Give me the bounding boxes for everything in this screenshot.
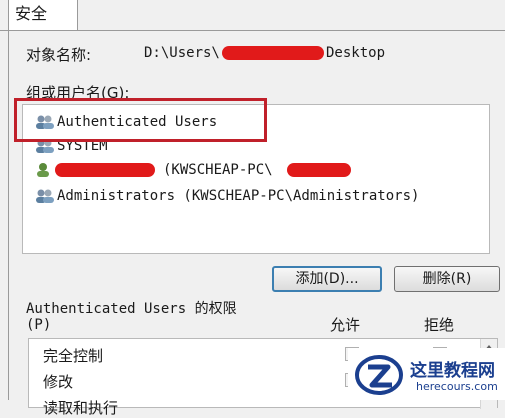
watermark-logo: [355, 355, 403, 395]
allow-column-header: 允许: [330, 316, 361, 334]
list-item-label: Administrators (KWSCHEAP-PC\Administrato…: [57, 188, 420, 204]
highlight-box: [14, 98, 267, 142]
permission-row-read-execute: 读取和执行: [43, 399, 119, 417]
user-icon: [37, 163, 49, 177]
redaction-mark: [55, 163, 155, 177]
permissions-title: Authenticated Users 的权限: [26, 301, 237, 317]
deny-column-header: 拒绝: [424, 316, 455, 334]
object-name-label: 对象名称:: [26, 46, 92, 64]
object-path-prefix: D:\Users\: [144, 45, 220, 61]
permission-row-full-control: 完全控制: [43, 347, 104, 365]
add-button[interactable]: 添加(D)...: [272, 266, 382, 292]
remove-button[interactable]: 删除(R): [394, 266, 500, 292]
redaction-mark: [287, 163, 351, 177]
redaction-mark: [222, 46, 324, 60]
tab-security[interactable]: 安全: [8, 0, 78, 30]
panel-border: [8, 30, 9, 400]
users-icon: [36, 189, 54, 203]
object-path-suffix: Desktop: [326, 45, 386, 61]
permissions-title-hotkey: (P): [26, 317, 52, 333]
permission-row-modify: 修改: [43, 373, 74, 391]
watermark-url: herecours.com: [416, 380, 498, 393]
list-item-label: (KWSCHEAP-PC\: [163, 162, 273, 178]
watermark-title: 这里教程网: [410, 361, 495, 381]
tab-divider: [0, 30, 505, 31]
